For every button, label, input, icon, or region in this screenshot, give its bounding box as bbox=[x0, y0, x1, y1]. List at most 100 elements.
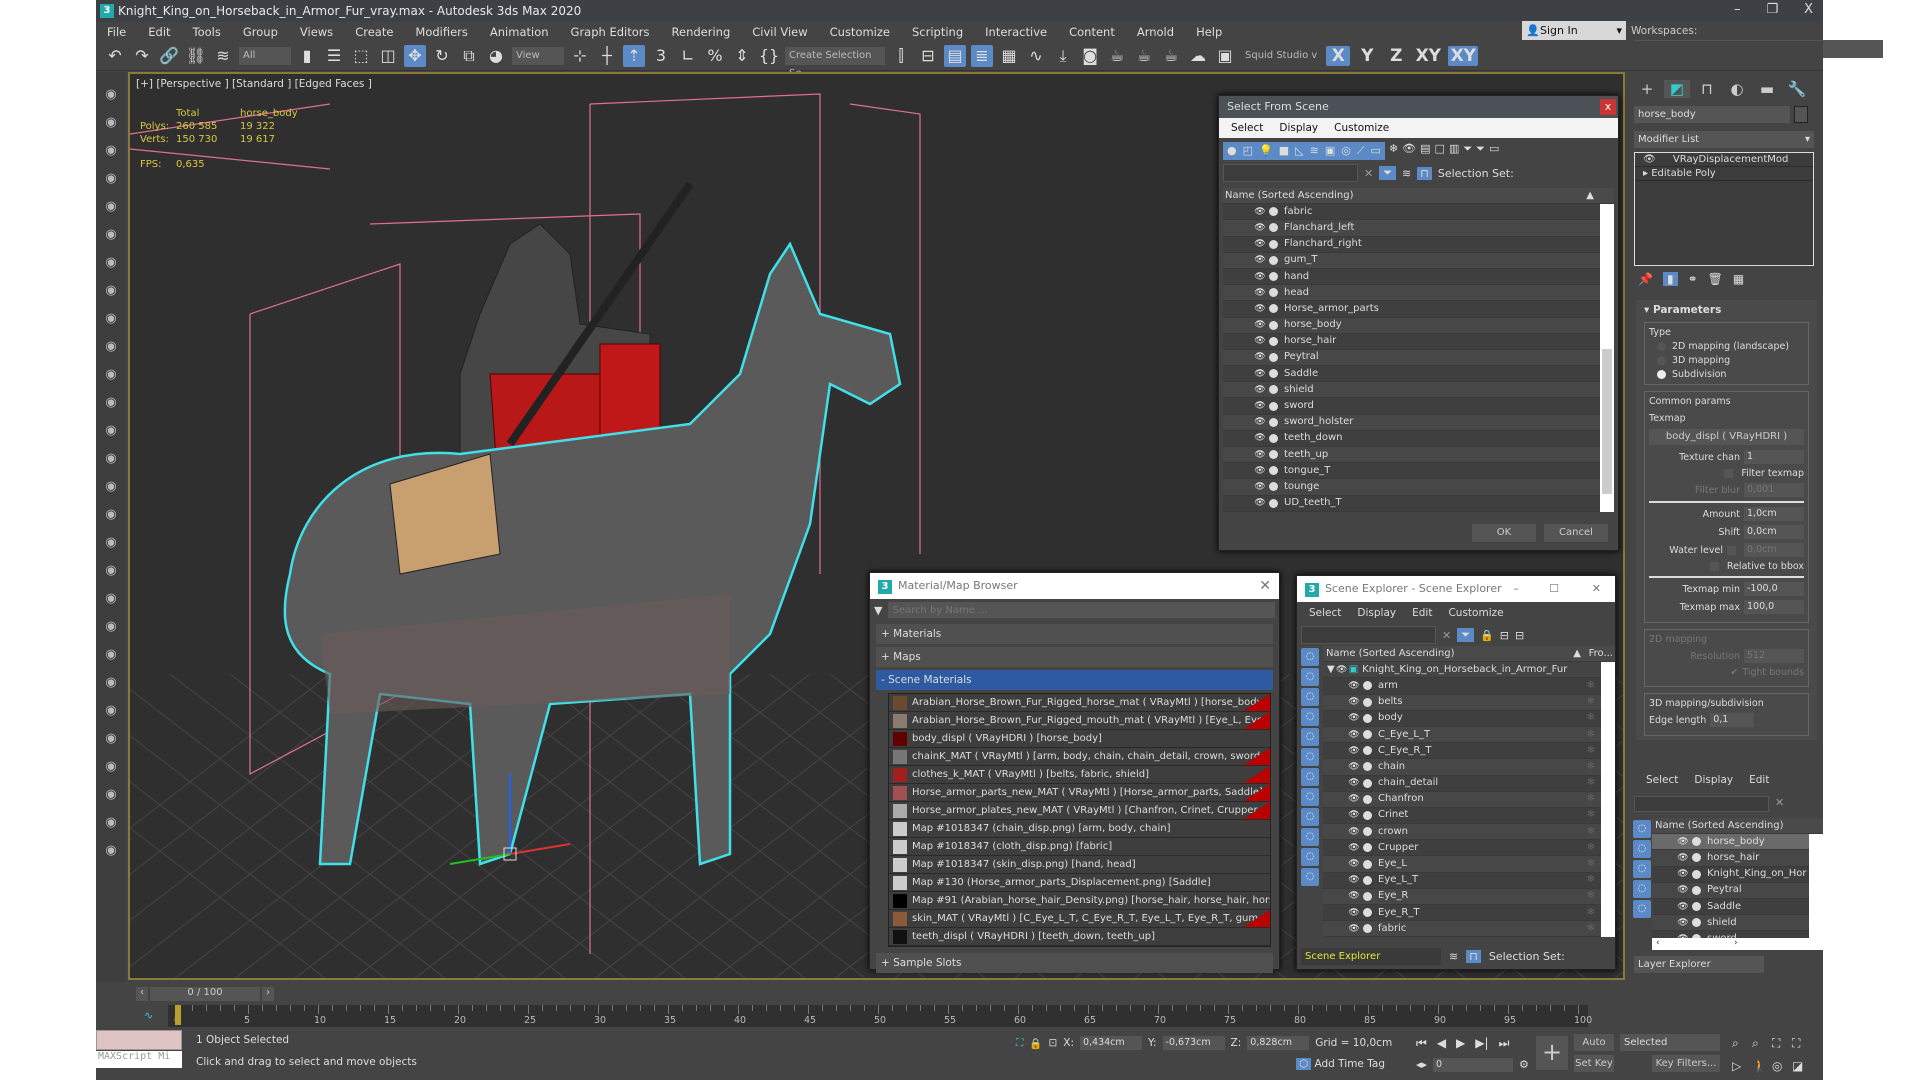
list-item[interactable]: 👁 horse_body bbox=[1652, 834, 1809, 851]
batch-render-icon[interactable]: ◉ bbox=[100, 168, 122, 190]
menu-graph-editors[interactable]: Graph Editors bbox=[560, 25, 661, 39]
remove-modifier-icon[interactable]: 🗑 bbox=[1708, 272, 1723, 286]
eye-icon[interactable]: 👁 bbox=[1253, 382, 1267, 398]
eye-icon[interactable]: 👁 bbox=[1347, 856, 1361, 872]
eye-icon[interactable]: 👁 bbox=[1253, 285, 1267, 301]
eye-icon[interactable]: 👁 bbox=[1253, 479, 1267, 495]
close-icon[interactable]: ✕ bbox=[1592, 576, 1601, 602]
eye-icon[interactable]: 👁 bbox=[1253, 317, 1267, 333]
layer-mgr-icon[interactable]: ◉ bbox=[100, 812, 122, 834]
render-dot-icon[interactable] bbox=[1269, 336, 1278, 346]
eye-icon[interactable]: 👁 bbox=[1347, 840, 1361, 856]
dome-icon[interactable]: ◉ bbox=[100, 364, 122, 386]
cancel-button[interactable]: Cancel bbox=[1544, 524, 1608, 542]
render-dot-icon[interactable] bbox=[1363, 778, 1372, 788]
material-item[interactable]: Horse_armor_parts_new_MAT ( VRayMtl ) [H… bbox=[889, 784, 1270, 802]
list-item[interactable]: 👁 head bbox=[1223, 285, 1600, 302]
cone-icon[interactable]: ◉ bbox=[100, 448, 122, 470]
clear-search-icon[interactable]: ✕ bbox=[1442, 629, 1451, 642]
set-key-button[interactable]: Set Key bbox=[1574, 1055, 1614, 1072]
list-item[interactable]: 👁 Chanfron ❄ bbox=[1323, 791, 1601, 808]
frozen-icon[interactable]: ❄ bbox=[1587, 807, 1595, 823]
bones-filter-icon[interactable]: ⟋ bbox=[1357, 144, 1365, 158]
move-icon[interactable]: ✥ bbox=[404, 44, 426, 67]
render-dot-icon[interactable] bbox=[1269, 385, 1278, 395]
list-item[interactable]: 👁 UD_teeth_T bbox=[1223, 495, 1600, 512]
key-mode-dropdown[interactable]: Selected bbox=[1620, 1034, 1720, 1051]
blob-icon[interactable]: ◉ bbox=[100, 728, 122, 750]
menu-customize[interactable]: Customize bbox=[819, 25, 901, 39]
vertical-scrollbar[interactable] bbox=[1601, 662, 1615, 938]
walk-through-icon[interactable]: 🚶 bbox=[1752, 1059, 1772, 1073]
texmap-min-spinner[interactable]: -100,0 bbox=[1744, 582, 1804, 596]
material-editor-icon[interactable]: ◙ bbox=[1079, 45, 1101, 67]
frozen-icon[interactable]: ❄ bbox=[1587, 743, 1595, 759]
percent-snap-icon[interactable]: % bbox=[704, 45, 726, 67]
current-frame-field[interactable]: 0 bbox=[1433, 1058, 1514, 1072]
render-dot-icon[interactable] bbox=[1269, 304, 1278, 314]
eye-icon[interactable]: 👁 bbox=[1643, 154, 1659, 165]
eye-icon[interactable]: 👁 bbox=[1335, 662, 1349, 678]
frozen-icon[interactable]: ❄ bbox=[1587, 840, 1595, 856]
hierarchy-tab-icon[interactable]: ⊓ bbox=[1694, 80, 1720, 98]
eye-icon[interactable]: 👁 bbox=[1676, 866, 1690, 882]
toggle-ribbon-icon[interactable]: ▦ bbox=[998, 45, 1020, 67]
auto-key-button[interactable]: Auto Key bbox=[1574, 1034, 1614, 1065]
render-dot-icon[interactable] bbox=[1269, 450, 1278, 460]
eye-icon[interactable]: 👁 bbox=[1347, 888, 1361, 904]
materials-section[interactable]: + Materials bbox=[876, 624, 1273, 644]
list-item[interactable]: 👁 horse_hair bbox=[1652, 850, 1809, 867]
align-icon[interactable]: ⊟ bbox=[917, 45, 939, 67]
rect-selection-icon[interactable]: ⬚ bbox=[350, 45, 372, 67]
redo-icon[interactable]: ↷ bbox=[131, 45, 153, 67]
render-region-icon[interactable]: ◉ bbox=[100, 756, 122, 778]
frozen-icon[interactable]: ❄ bbox=[1587, 775, 1595, 791]
list-item[interactable]: 👁 Flanchard_right bbox=[1223, 236, 1600, 253]
ornatrix-icon[interactable]: ◉ bbox=[100, 700, 122, 722]
menu-edit[interactable]: Edit bbox=[1749, 770, 1769, 790]
layers-icon[interactable]: ≋ bbox=[1449, 950, 1458, 963]
eye-icon[interactable]: 👁 bbox=[1347, 710, 1361, 726]
select-filter-icon[interactable]: ⏷ bbox=[1379, 166, 1397, 180]
texmap-button[interactable]: body_displ ( VRayHDRI ) bbox=[1649, 429, 1804, 445]
list-item[interactable]: 👁 belts ❄ bbox=[1323, 694, 1601, 711]
groups-filter-icon[interactable]: ▣ bbox=[1325, 144, 1335, 158]
window-crossing-icon[interactable]: ◫ bbox=[377, 45, 399, 67]
scene-materials-section[interactable]: - Scene Materials bbox=[876, 670, 1273, 690]
list-item[interactable]: 👁 Saddle bbox=[1652, 898, 1809, 916]
layer-search-input[interactable] bbox=[1634, 796, 1769, 812]
shapes-filter-icon[interactable]: ◰ bbox=[1243, 144, 1253, 158]
material-item[interactable]: Arabian_Horse_Brown_Fur_Rigged_mouth_mat… bbox=[889, 712, 1270, 730]
selection-lock-icon[interactable]: 🔒 bbox=[1029, 1037, 1042, 1050]
zoom-extents-icon[interactable]: ⛶ bbox=[1772, 1036, 1792, 1051]
close-button[interactable]: X bbox=[1804, 2, 1813, 17]
selection-filter-dropdown[interactable]: All bbox=[239, 46, 291, 65]
container-icon[interactable]: ▭ bbox=[1489, 142, 1499, 160]
filter-texmap-checkbox[interactable]: Filter texmap bbox=[1649, 468, 1804, 479]
ref-coord-dropdown[interactable]: View bbox=[512, 46, 564, 65]
pin-stack-icon[interactable]: 📌 bbox=[1638, 272, 1653, 286]
options-triangle-icon[interactable]: ▼ bbox=[874, 604, 882, 617]
tight-bounds-checkbox[interactable]: ✔ Tight bounds bbox=[1649, 667, 1804, 678]
resolution-spinner[interactable]: 512 bbox=[1744, 649, 1804, 663]
render-dot-icon[interactable] bbox=[1363, 924, 1372, 934]
frozen-icon[interactable]: ❄ bbox=[1587, 694, 1595, 710]
parameters-header[interactable]: ▾ Parameters bbox=[1644, 304, 1809, 316]
hidden-filter-icon[interactable]: ◌ bbox=[1301, 868, 1319, 886]
cameras-filter-icon[interactable]: ◌ bbox=[1301, 708, 1319, 726]
menu-select[interactable]: Select bbox=[1646, 770, 1678, 790]
menu-edit[interactable]: Edit bbox=[1412, 602, 1432, 624]
xrefs-filter-icon[interactable]: ◎ bbox=[1341, 144, 1351, 158]
eye-icon[interactable]: 👁 bbox=[1347, 824, 1361, 840]
maxscript-mini-listener[interactable]: MAXScript Mi bbox=[96, 1051, 182, 1068]
lights-filter-icon[interactable]: ◌ bbox=[1633, 860, 1651, 878]
camera-icon[interactable]: ◉ bbox=[100, 280, 122, 302]
render-dot-icon[interactable] bbox=[1269, 288, 1278, 298]
geometry-filter-icon[interactable]: ◌ bbox=[1301, 648, 1319, 666]
create-tab-icon[interactable]: + bbox=[1634, 80, 1660, 98]
menu-help[interactable]: Help bbox=[1185, 25, 1233, 39]
eye-icon[interactable]: 👁 bbox=[1676, 915, 1690, 931]
list-item[interactable]: 👁 Eye_R_T ❄ bbox=[1323, 905, 1601, 922]
select-filter-icon[interactable]: ⏷ bbox=[1457, 628, 1475, 642]
cloud-icon[interactable]: ◉ bbox=[100, 112, 122, 134]
